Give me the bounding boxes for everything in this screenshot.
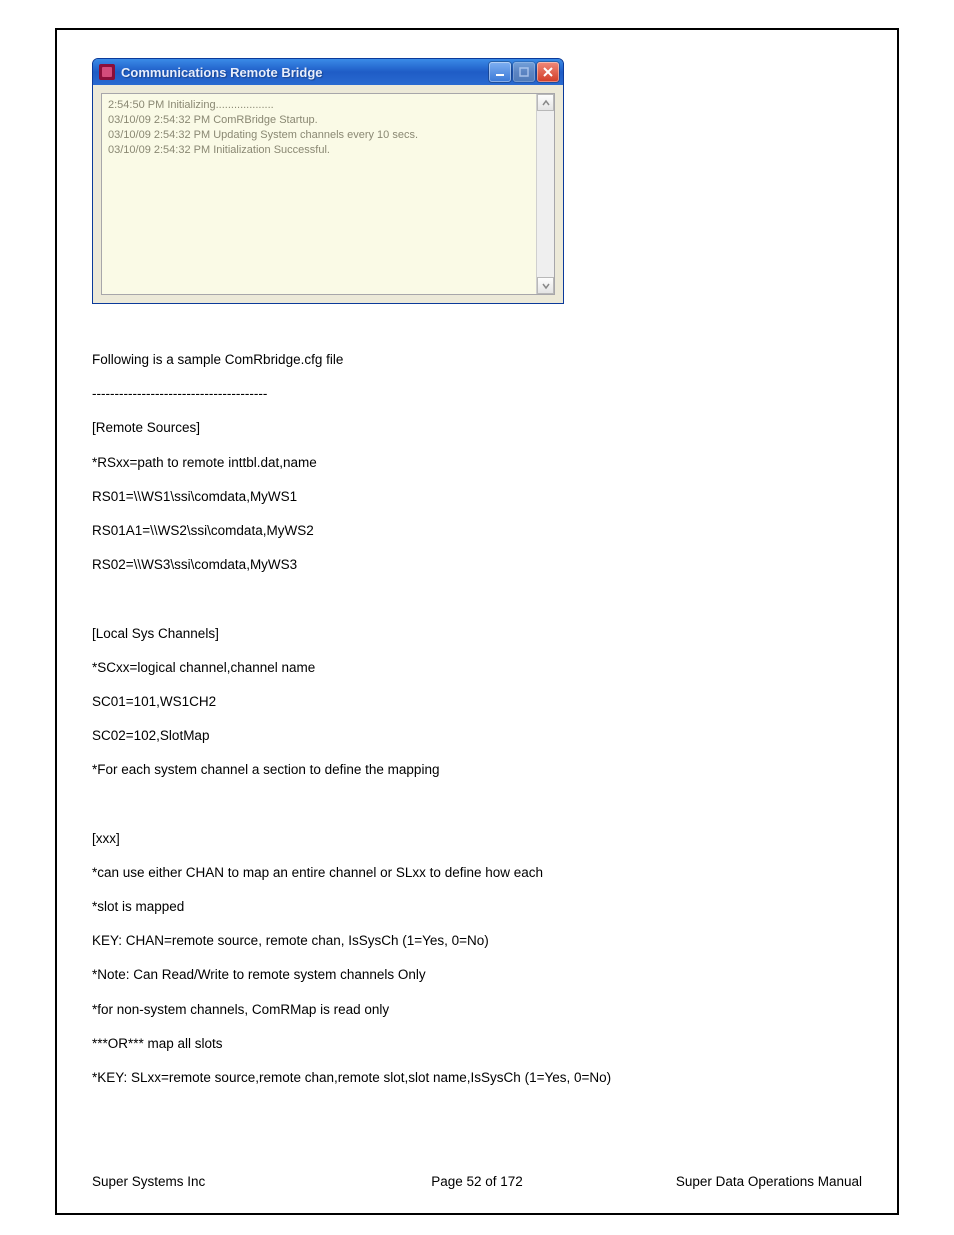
close-button[interactable] [537, 62, 559, 82]
window-title: Communications Remote Bridge [121, 65, 487, 80]
titlebar[interactable]: Communications Remote Bridge [93, 59, 563, 85]
doc-line: *can use either CHAN to map an entire ch… [92, 865, 862, 881]
app-icon [99, 64, 115, 80]
app-window: Communications Remote Bridge 2:54:50 PM … [92, 58, 564, 304]
doc-line: *For each system channel a section to de… [92, 762, 862, 778]
doc-line: RS01A1=\\WS2\ssi\comdata,MyWS2 [92, 523, 862, 539]
scroll-down-button[interactable] [537, 277, 554, 294]
doc-line: *KEY: SLxx=remote source,remote chan,rem… [92, 1070, 862, 1086]
log-line: 2:54:50 PM Initializing.................… [108, 98, 548, 113]
footer-center: Page 52 of 172 [92, 1174, 862, 1189]
close-icon [542, 66, 554, 78]
doc-line: *SCxx=logical channel,channel name [92, 660, 862, 676]
scrollbar[interactable] [536, 94, 554, 294]
maximize-icon [518, 66, 530, 78]
minimize-button[interactable] [489, 62, 511, 82]
doc-line: RS02=\\WS3\ssi\comdata,MyWS3 [92, 557, 862, 573]
log-line: 03/10/09 2:54:32 PM ComRBridge Startup. [108, 113, 548, 128]
scroll-up-button[interactable] [537, 94, 554, 111]
doc-line: *for non-system channels, ComRMap is rea… [92, 1002, 862, 1018]
document-body: Following is a sample ComRbridge.cfg fil… [92, 352, 862, 1086]
page-footer: Super Systems Inc Page 52 of 172 Super D… [92, 1174, 862, 1189]
doc-line: ***OR*** map all slots [92, 1036, 862, 1052]
chevron-up-icon [542, 99, 550, 107]
doc-line: SC01=101,WS1CH2 [92, 694, 862, 710]
log-line: 03/10/09 2:54:32 PM Updating System chan… [108, 128, 548, 143]
doc-line: Following is a sample ComRbridge.cfg fil… [92, 352, 862, 368]
doc-line: RS01=\\WS1\ssi\comdata,MyWS1 [92, 489, 862, 505]
chevron-down-icon [542, 282, 550, 290]
doc-line [92, 796, 862, 812]
doc-line: SC02=102,SlotMap [92, 728, 862, 744]
minimize-icon [494, 66, 506, 78]
log-line: 03/10/09 2:54:32 PM Initialization Succe… [108, 143, 548, 158]
doc-line: *Note: Can Read/Write to remote system c… [92, 967, 862, 983]
doc-line: KEY: CHAN=remote source, remote chan, Is… [92, 933, 862, 949]
doc-line [92, 591, 862, 607]
doc-line: *RSxx=path to remote inttbl.dat,name [92, 455, 862, 471]
log-textarea[interactable]: 2:54:50 PM Initializing.................… [101, 93, 555, 295]
doc-line: [Local Sys Channels] [92, 626, 862, 642]
doc-line: [xxx] [92, 831, 862, 847]
doc-line: --------------------------------------- [92, 386, 862, 402]
doc-line: *slot is mapped [92, 899, 862, 915]
window-client-area: 2:54:50 PM Initializing.................… [93, 85, 563, 303]
maximize-button [513, 62, 535, 82]
doc-line: [Remote Sources] [92, 420, 862, 436]
log-content: 2:54:50 PM Initializing.................… [102, 94, 554, 161]
